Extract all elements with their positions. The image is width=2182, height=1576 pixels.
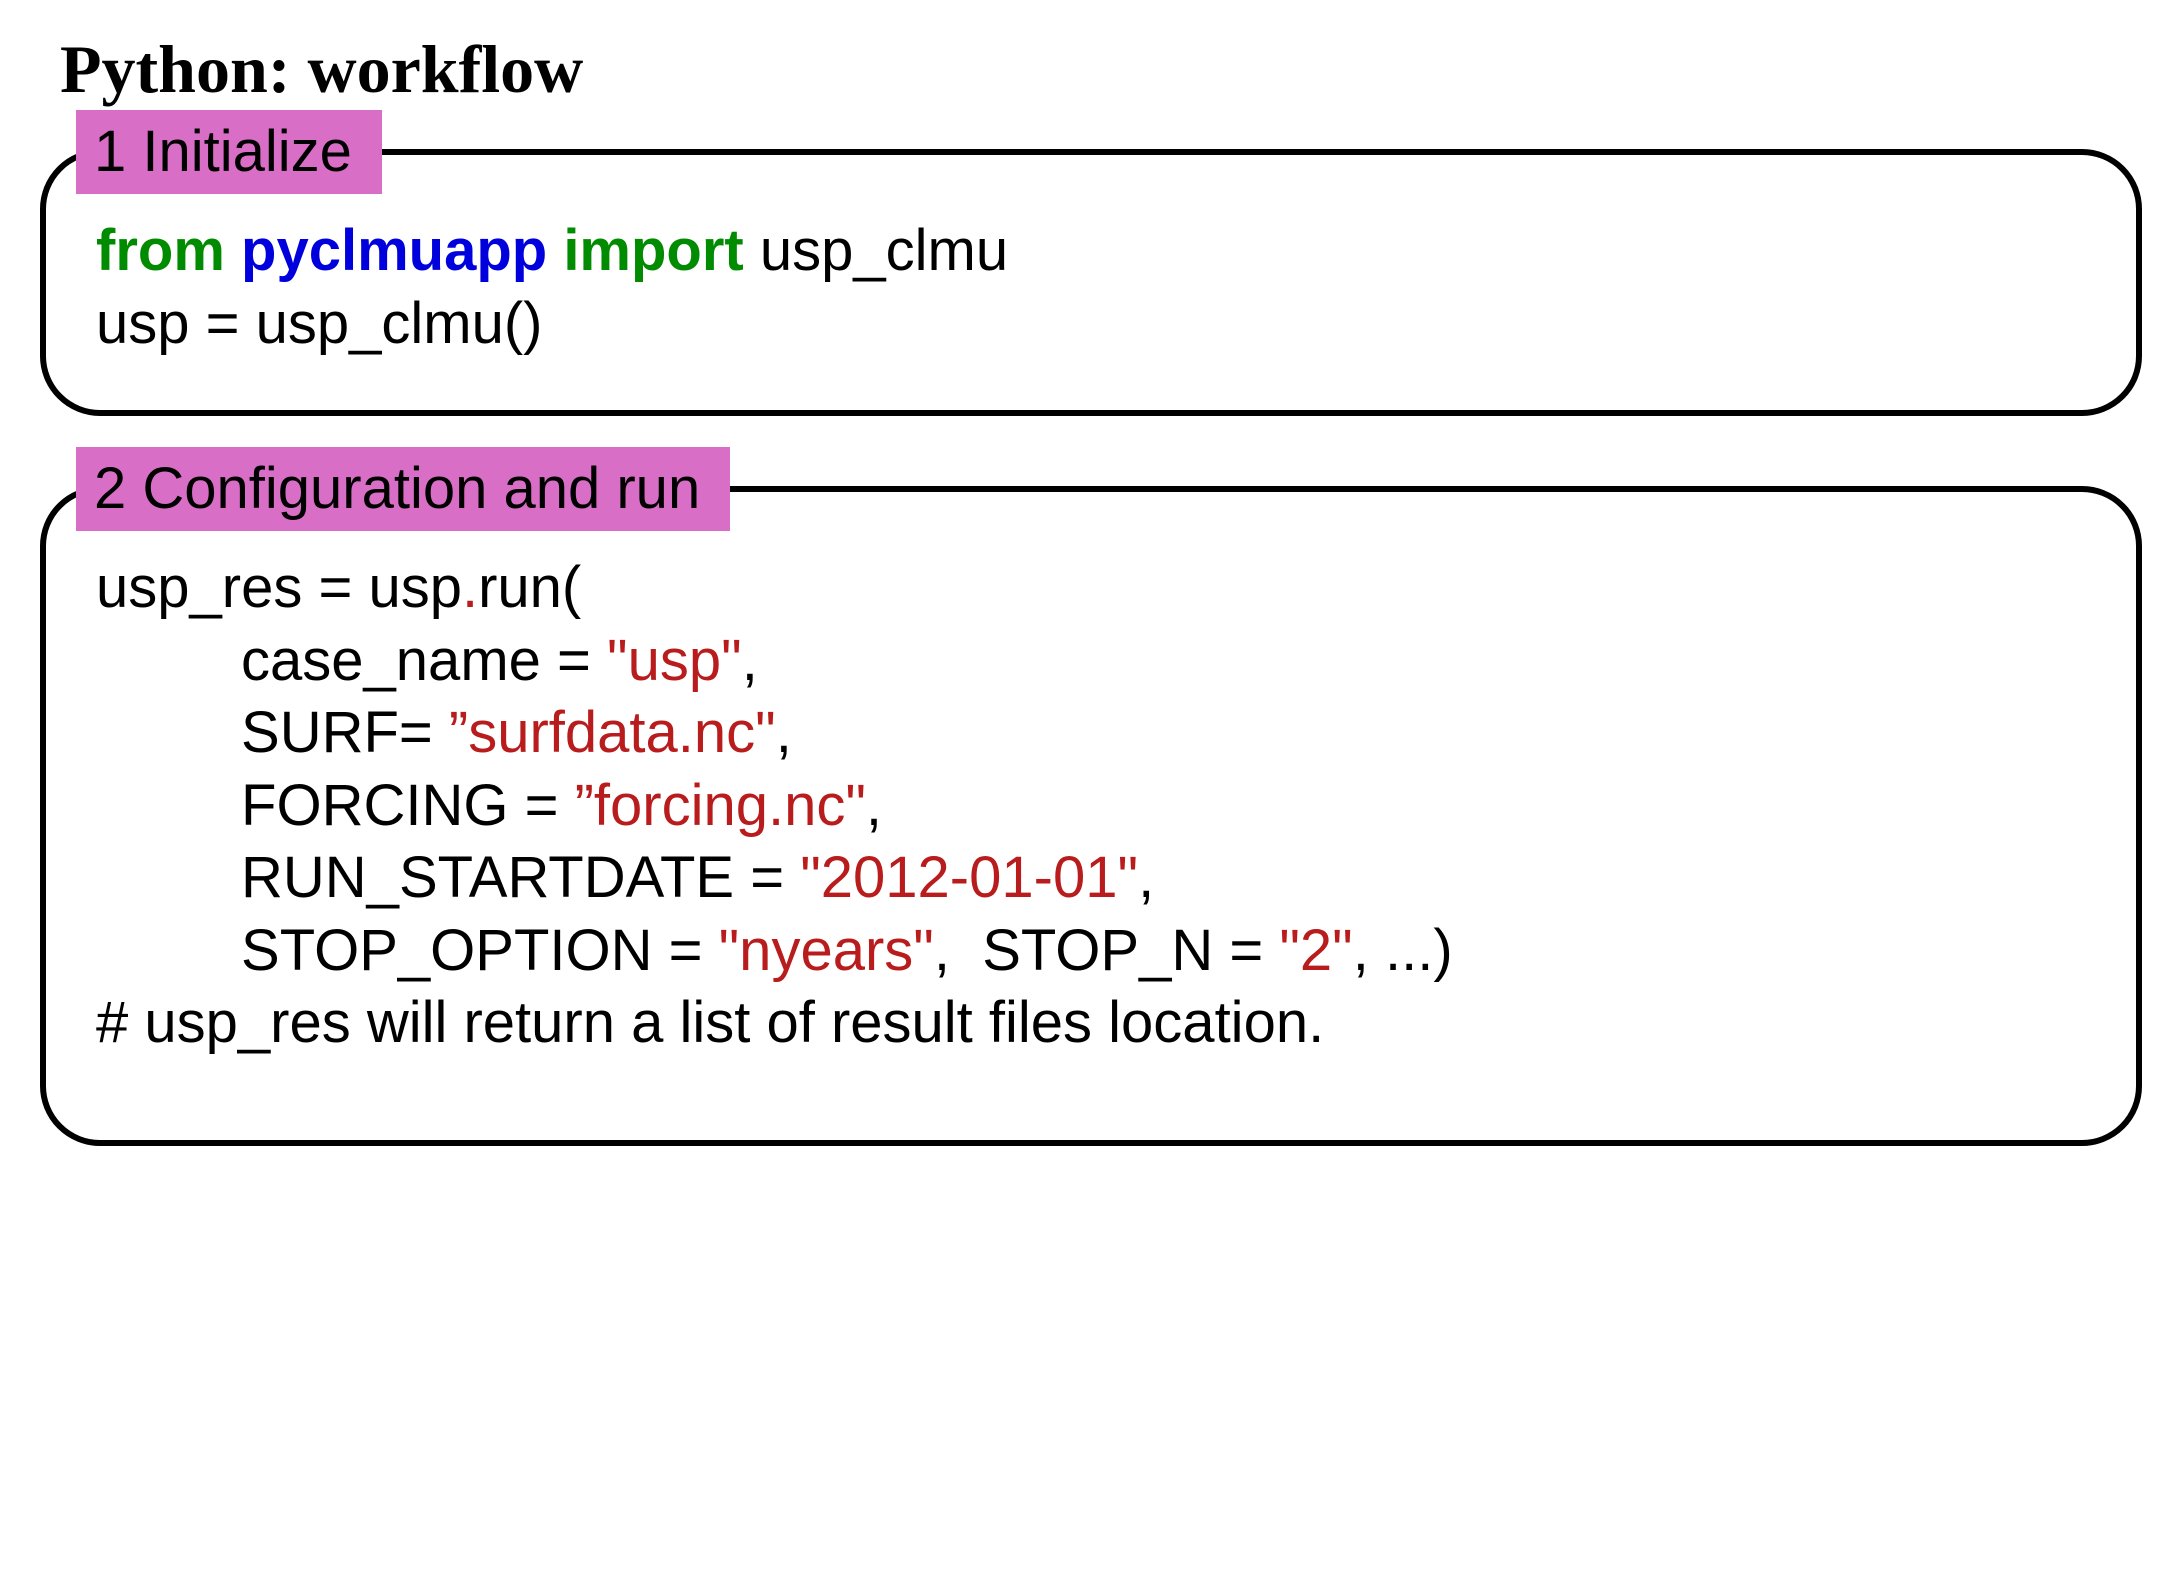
code-line-2: usp = usp_clmu() <box>96 291 542 356</box>
code-l6a: STOP_OPTION = <box>96 918 719 983</box>
code-l6c: , STOP_N = <box>934 918 1279 983</box>
keyword-from: from <box>96 218 225 283</box>
code-l3c: , <box>776 700 792 765</box>
page-title: Python: workflow <box>60 30 2142 109</box>
code-l2a: case_name = <box>96 628 607 693</box>
code-l5a: RUN_STARTDATE = <box>96 845 800 910</box>
string-stopoption: "nyears" <box>719 918 934 983</box>
code-l4c: , <box>866 773 882 838</box>
code-l1b: run( <box>478 555 581 620</box>
code-l5c: , <box>1138 845 1154 910</box>
keyword-import: import <box>563 218 743 283</box>
string-surfdata: ”surfdata.nc" <box>449 700 776 765</box>
code-l1a: usp_res = usp <box>96 555 462 620</box>
code-l4a: FORCING = <box>96 773 575 838</box>
code-l6e: , ...) <box>1353 918 1453 983</box>
module-name: pyclmuapp <box>241 218 547 283</box>
code-l1dot: . <box>462 555 478 620</box>
import-symbol: usp_clmu <box>744 218 1008 283</box>
section-label-2: 2 Configuration and run <box>76 447 730 531</box>
string-forcing: ”forcing.nc" <box>575 773 866 838</box>
code-l2c: , <box>742 628 758 693</box>
section-configuration-run: 2 Configuration and run usp_res = usp.ru… <box>40 486 2142 1146</box>
code-block-1: from pyclmuapp import usp_clmu usp = usp… <box>96 215 2086 360</box>
code-block-2: usp_res = usp.run( case_name = "usp", SU… <box>96 552 2086 1060</box>
string-stopn: "2" <box>1279 918 1352 983</box>
section-initialize: 1 Initialize from pyclmuapp import usp_c… <box>40 149 2142 416</box>
string-usp: "usp" <box>607 628 742 693</box>
section-label-1: 1 Initialize <box>76 110 382 194</box>
string-startdate: "2012-01-01" <box>800 845 1138 910</box>
code-l3a: SURF= <box>96 700 449 765</box>
code-comment: # usp_res will return a list of result f… <box>96 990 1324 1055</box>
